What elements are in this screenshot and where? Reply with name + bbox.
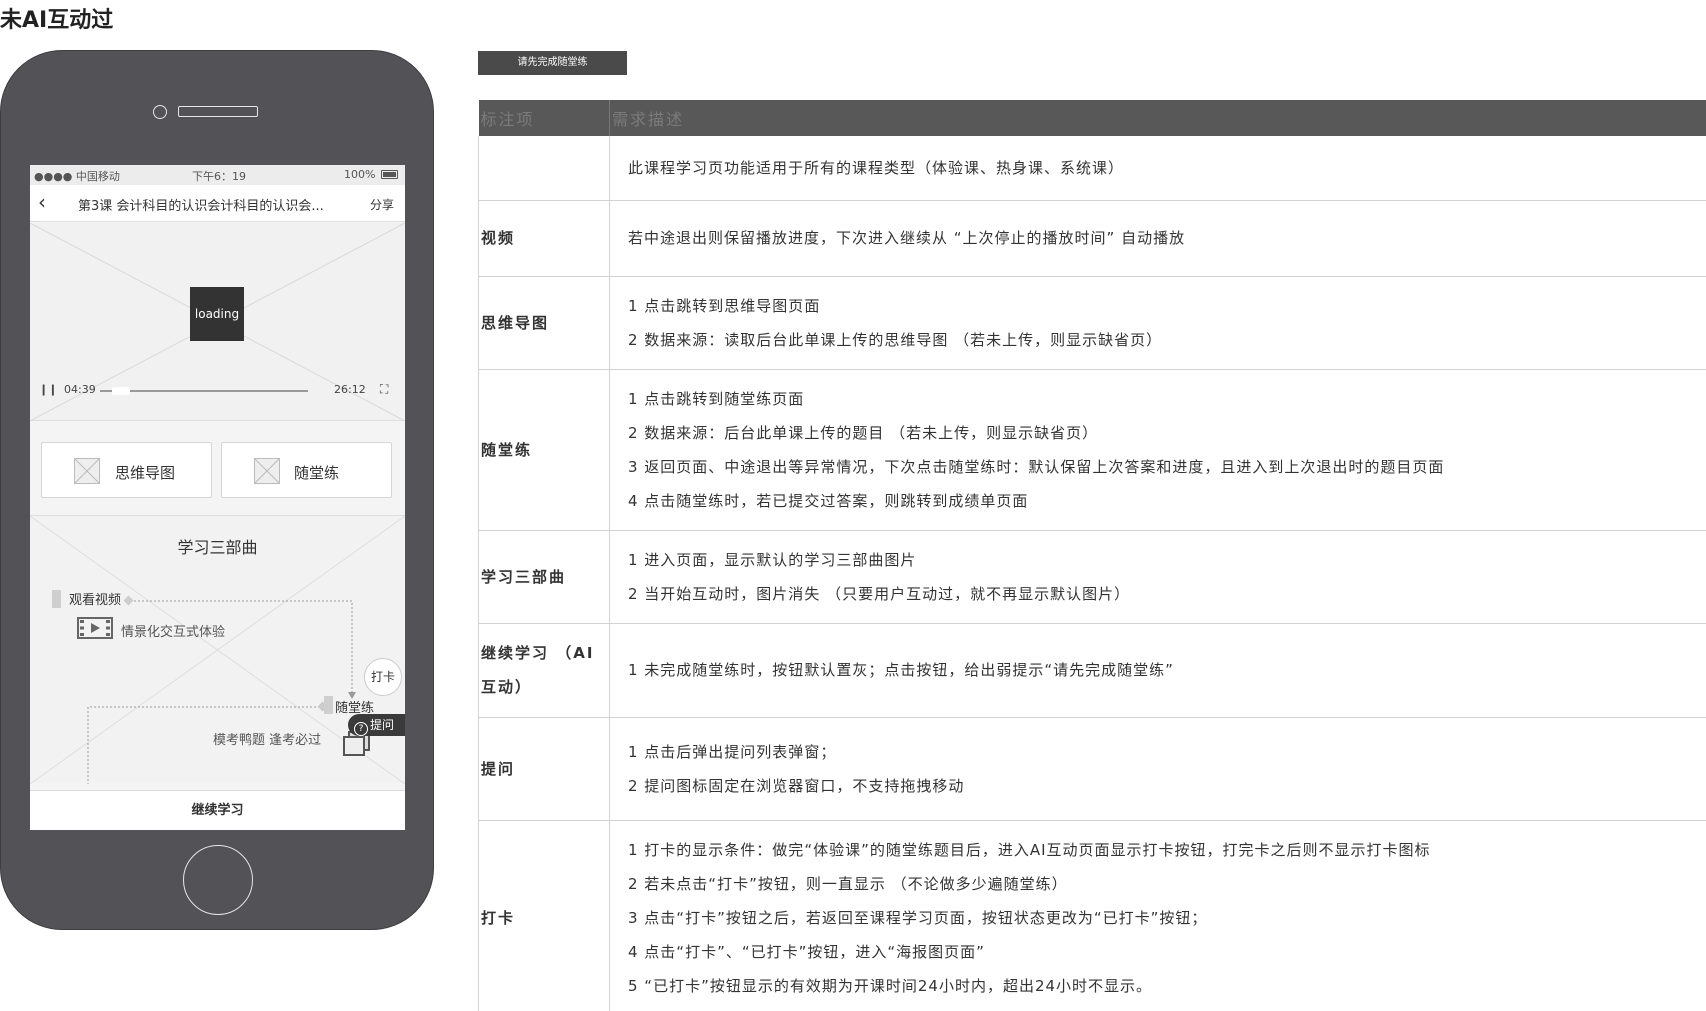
table-header-row: 标注项 需求描述 xyxy=(478,100,1706,136)
description-line: 2 若未点击“打卡”按钮，则一直显示 （不论做多少遍随堂练） xyxy=(628,874,1068,893)
table-row: 此课程学习页功能适用于所有的课程类型（体验课、热身课、系统课） xyxy=(478,136,1706,201)
question-icon: ? xyxy=(354,722,368,736)
row-label: 打卡 xyxy=(478,820,610,1011)
status-bar: ●●●● 中国移动 下午6：19 100% xyxy=(30,165,405,185)
video-controls: ❙❙ 04:39 26:12 ⛶ xyxy=(30,381,405,401)
film-icon xyxy=(77,617,113,639)
toast-message: 请先完成随堂练 xyxy=(478,51,627,75)
phone-mockup: ●●●● 中国移动 下午6：19 100% ‹ 第3课 会计科目的认识会计科目的… xyxy=(0,50,434,930)
spec-table: 标注项 需求描述 此课程学习页功能适用于所有的课程类型（体验课、热身课、系统课）… xyxy=(478,100,1706,1011)
row-description: 1 进入页面，显示默认的学习三部曲图片 2 当开始互动时，图片消失 （只要用户互… xyxy=(609,530,1706,624)
description-line: 3 点击“打卡”按钮之后，若返回至课程学习页面，按钮状态更改为“已打卡”按钮； xyxy=(628,908,1208,927)
description-line: 4 点击“打卡”、“已打卡”按钮，进入“海报图页面” xyxy=(628,942,985,961)
tile-label: 思维导图 xyxy=(115,464,176,482)
row-label: 继续学习 （AI互动） xyxy=(478,623,610,718)
description-line: 5 “已打卡”按钮显示的有效期为开课时间24小时内，超出24小时不显示。 xyxy=(628,976,1153,995)
description-line: 1 打卡的显示条件：做完“体验课”的随堂练题目后，进入AI互动页面显示打卡按钮，… xyxy=(628,840,1431,859)
battery-icon xyxy=(381,170,398,179)
carrier-label: ●●●● 中国移动 xyxy=(34,170,120,183)
description-line: 1 点击跳转到思维导图页面 xyxy=(628,296,821,315)
tile-label: 随堂练 xyxy=(294,464,340,482)
step-watch-video: 观看视频 xyxy=(69,593,122,608)
row-label xyxy=(478,136,610,201)
progress-track[interactable] xyxy=(100,390,308,392)
nav-bar: ‹ 第3课 会计科目的认识会计科目的认识会... 分享 xyxy=(30,185,405,222)
row-description: 1 未完成随堂练时，按钮默认置灰；点击按钮，给出弱提示“请先完成随堂练” xyxy=(609,623,1706,718)
description-line: 2 当开始互动时，图片消失 （只要用户互动过，就不再显示默认图片） xyxy=(628,584,1131,603)
row-description: 1 点击后弹出提问列表弹窗； 2 提问图标固定在浏览器窗口，不支持拖拽移动 xyxy=(609,717,1706,821)
description-line: 4 点击随堂练时，若已提交过答案，则跳转到成绩单页面 xyxy=(628,491,1029,510)
status-time: 下午6：19 xyxy=(192,170,246,183)
table-row: 继续学习 （AI互动） 1 未完成随堂练时，按钮默认置灰；点击按钮，给出弱提示“… xyxy=(478,623,1706,718)
table-row: 思维导图 1 点击跳转到思维导图页面 2 数据来源：读取后台此单课上传的思维导图… xyxy=(478,276,1706,370)
row-description: 此课程学习页功能适用于所有的课程类型（体验课、热身课、系统课） xyxy=(609,136,1706,201)
description-line: 1 进入页面，显示默认的学习三部曲图片 xyxy=(628,550,917,569)
step-marker xyxy=(324,696,333,714)
tile-mind-map[interactable]: 思维导图 xyxy=(41,442,212,498)
row-label: 提问 xyxy=(478,717,610,821)
description-line: 1 点击跳转到随堂练页面 xyxy=(628,389,805,408)
pause-icon[interactable]: ❙❙ xyxy=(39,383,57,396)
progress-knob[interactable] xyxy=(111,387,130,395)
lesson-title: 第3课 会计科目的认识会计科目的认识会... xyxy=(78,199,324,214)
share-button[interactable]: 分享 xyxy=(370,196,394,213)
row-description: 1 点击跳转到思维导图页面 2 数据来源：读取后台此单课上传的思维导图 （若未上… xyxy=(609,276,1706,370)
table-row: 学习三部曲 1 进入页面，显示默认的学习三部曲图片 2 当开始互动时，图片消失 … xyxy=(478,530,1706,624)
table-row: 提问 1 点击后弹出提问列表弹窗； 2 提问图标固定在浏览器窗口，不支持拖拽移动 xyxy=(478,717,1706,821)
phone-screen: ●●●● 中国移动 下午6：19 100% ‹ 第3课 会计科目的认识会计科目的… xyxy=(30,165,405,830)
camera-dot xyxy=(153,105,167,119)
description-line: 1 点击后弹出提问列表弹窗； xyxy=(628,742,837,761)
image-placeholder-icon xyxy=(254,458,280,484)
ask-label: 提问 xyxy=(370,718,395,732)
description-line: 此课程学习页功能适用于所有的课程类型（体验课、热身课、系统课） xyxy=(628,158,1125,177)
description-line: 3 返回页面、中途退出等异常情况，下次点击随堂练时：默认保留上次答案和进度，且进… xyxy=(628,457,1445,476)
row-description: 若中途退出则保留播放进度，下次进入继续从 “上次停止的播放时间” 自动播放 xyxy=(609,200,1706,277)
learning-steps-panel: 学习三部曲 观看视频 情景化交互式体验 随堂练 模考鸭题 逢考必过 打卡 ? 提问 xyxy=(30,515,405,784)
page-title: 未AI互动过 xyxy=(0,8,114,33)
total-time: 26:12 xyxy=(334,383,366,396)
current-time: 04:39 xyxy=(64,383,96,396)
loading-indicator: loading xyxy=(190,287,244,341)
checkin-button[interactable]: 打卡 xyxy=(364,658,402,696)
header-description: 需求描述 xyxy=(609,100,1706,136)
continue-learning-button[interactable]: 继续学习 xyxy=(30,790,405,830)
step-practice-sub: 模考鸭题 逢考必过 xyxy=(213,733,322,748)
row-description: 1 打卡的显示条件：做完“体验课”的随堂练题目后，进入AI互动页面显示打卡按钮，… xyxy=(609,820,1706,1011)
header-annotation: 标注项 xyxy=(478,100,610,136)
tile-practice[interactable]: 随堂练 xyxy=(221,442,392,498)
battery-level: 100% xyxy=(344,168,376,181)
speaker-bar xyxy=(178,106,258,117)
row-description: 1 点击跳转到随堂练页面 2 数据来源：后台此单课上传的题目 （若未上传，则显示… xyxy=(609,369,1706,531)
table-row: 随堂练 1 点击跳转到随堂练页面 2 数据来源：后台此单课上传的题目 （若未上传… xyxy=(478,369,1706,531)
home-button[interactable] xyxy=(183,845,253,915)
video-player[interactable]: loading ❙❙ 04:39 26:12 ⛶ xyxy=(30,223,405,421)
steps-title: 学习三部曲 xyxy=(177,538,258,557)
row-label: 学习三部曲 xyxy=(478,530,610,624)
description-line: 2 数据来源：后台此单课上传的题目 （若未上传，则显示缺省页） xyxy=(628,423,1099,442)
table-row: 视频 若中途退出则保留播放进度，下次进入继续从 “上次停止的播放时间” 自动播放 xyxy=(478,200,1706,277)
back-arrow-icon[interactable]: ‹ xyxy=(38,191,46,213)
description-line: 若中途退出则保留播放进度，下次进入继续从 “上次停止的播放时间” 自动播放 xyxy=(628,229,1186,247)
table-row: 打卡 1 打卡的显示条件：做完“体验课”的随堂练题目后，进入AI互动页面显示打卡… xyxy=(478,820,1706,1011)
description-line: 2 数据来源：读取后台此单课上传的思维导图 （若未上传，则显示缺省页） xyxy=(628,330,1163,349)
row-label: 思维导图 xyxy=(478,276,610,370)
description-line: 1 未完成随堂练时，按钮默认置灰；点击按钮，给出弱提示“请先完成随堂练” xyxy=(628,661,1174,679)
row-label: 随堂练 xyxy=(478,369,610,531)
image-placeholder-icon xyxy=(74,458,100,484)
description-line: 2 提问图标固定在浏览器窗口，不支持拖拽移动 xyxy=(628,776,965,795)
row-label: 视频 xyxy=(478,200,610,277)
ask-button[interactable]: ? 提问 xyxy=(348,714,405,736)
fullscreen-icon[interactable]: ⛶ xyxy=(380,382,388,397)
step-watch-video-sub: 情景化交互式体验 xyxy=(121,625,226,640)
step-marker xyxy=(52,590,61,608)
